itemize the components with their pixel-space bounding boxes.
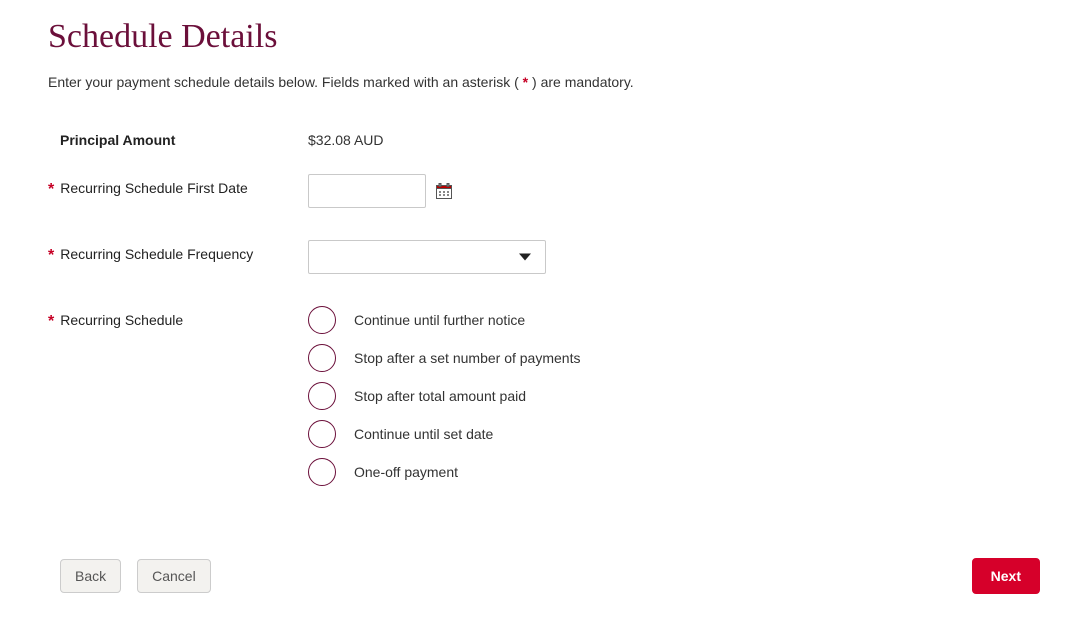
label-first-date-text: Recurring Schedule First Date [60,180,248,196]
first-date-input[interactable] [308,174,426,208]
radio-icon [308,382,336,410]
radio-label: Continue until further notice [354,312,525,328]
intro-after: ) are mandatory. [528,74,634,90]
radio-icon [308,306,336,334]
radio-label: Continue until set date [354,426,493,442]
calendar-icon[interactable] [436,183,452,199]
label-principal: Principal Amount [48,126,308,148]
label-frequency: * Recurring Schedule Frequency [48,240,308,264]
radio-continue-notice[interactable]: Continue until further notice [308,306,580,334]
value-principal: $32.08 AUD [308,126,1040,148]
intro-before: Enter your payment schedule details belo… [48,74,523,90]
radio-label: One-off payment [354,464,458,480]
row-schedule: * Recurring Schedule Continue until furt… [48,306,1040,486]
row-first-date: * Recurring Schedule First Date [48,174,1040,208]
label-principal-text: Principal Amount [60,132,175,148]
radio-until-date[interactable]: Continue until set date [308,420,580,448]
label-schedule-text: Recurring Schedule [60,312,183,328]
required-mark-icon: * [48,248,54,264]
back-button[interactable]: Back [60,559,121,593]
intro-text: Enter your payment schedule details belo… [48,74,1040,90]
label-frequency-text: Recurring Schedule Frequency [60,246,253,262]
cancel-button[interactable]: Cancel [137,559,211,593]
frequency-select[interactable] [308,240,546,274]
required-mark-icon: * [48,314,54,330]
row-frequency: * Recurring Schedule Frequency [48,240,1040,274]
radio-stop-total[interactable]: Stop after total amount paid [308,382,580,410]
label-first-date: * Recurring Schedule First Date [48,174,308,198]
page-title: Schedule Details [48,18,1040,56]
label-schedule: * Recurring Schedule [48,306,308,330]
schedule-radio-list: Continue until further notice Stop after… [308,306,580,486]
radio-label: Stop after a set number of payments [354,350,580,366]
row-principal: Principal Amount $32.08 AUD [48,126,1040,148]
next-button[interactable]: Next [972,558,1040,594]
radio-icon [308,458,336,486]
chevron-down-icon [519,254,531,261]
radio-icon [308,420,336,448]
required-mark-icon: * [48,182,54,198]
radio-one-off[interactable]: One-off payment [308,458,580,486]
radio-stop-number[interactable]: Stop after a set number of payments [308,344,580,372]
footer-buttons: Back Cancel Next [0,558,1088,594]
radio-label: Stop after total amount paid [354,388,526,404]
radio-icon [308,344,336,372]
